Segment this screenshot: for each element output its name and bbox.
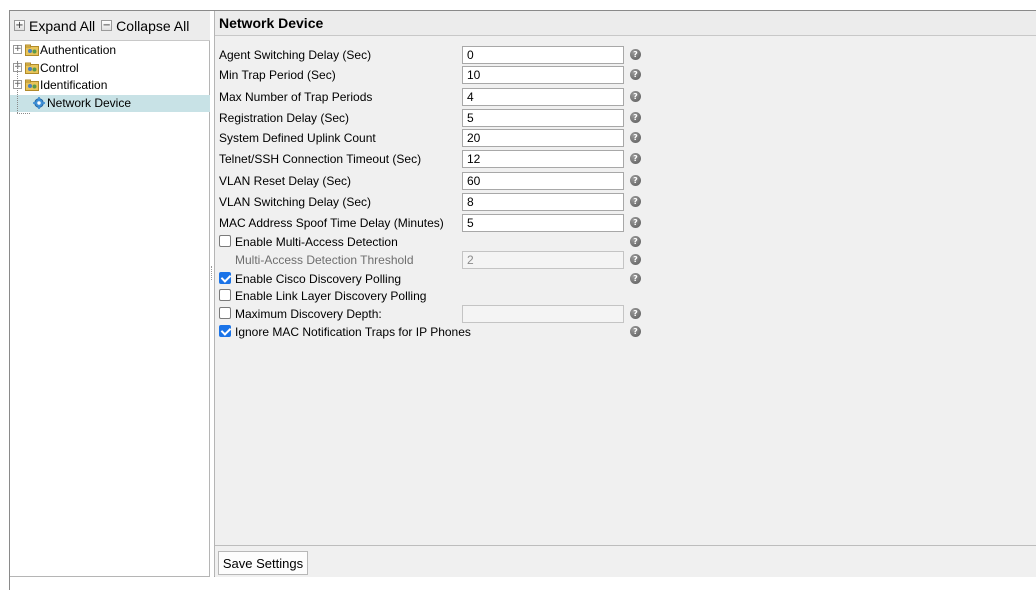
form-row-link-layer-discovery: Enable Link Layer Discovery Polling [219,287,649,305]
field-label: VLAN Switching Delay (Sec) [219,195,372,209]
splitter-grip[interactable] [211,266,213,280]
field-label: MAC Address Spoof Time Delay (Minutes) [219,216,444,230]
help-icon[interactable]: ? [630,175,641,186]
tree-item-label: Network Device [47,95,132,110]
field-label: Agent Switching Delay (Sec) [219,48,372,62]
field-label: System Defined Uplink Count [219,131,376,145]
help-icon[interactable]: ? [630,196,641,207]
help-icon[interactable]: ? [630,254,641,265]
form-row-ignore-mac-traps: Ignore MAC Notification Traps for IP Pho… [219,323,649,341]
form-row-multi-access-detection: Enable Multi-Access Detection ? [219,233,649,251]
min-trap-period-input[interactable] [462,66,624,84]
form-row-telnet-timeout: Telnet/SSH Connection Timeout (Sec) ? [219,150,649,168]
help-icon[interactable]: ? [630,91,641,102]
field-label: Telnet/SSH Connection Timeout (Sec) [219,152,422,166]
folder-group-icon [25,79,39,91]
link-layer-discovery-checkbox[interactable] [219,289,231,301]
panel-title: Network Device [215,11,1036,36]
vlan-reset-delay-input[interactable] [462,172,624,190]
max-trap-periods-input[interactable] [462,88,624,106]
collapse-all-button[interactable]: − Collapse All [101,18,189,34]
tree-item-control[interactable]: + Control [10,60,210,78]
panel-footer: Save Settings [215,545,1036,577]
checkbox-label: Enable Link Layer Discovery Polling [235,289,427,303]
tree-panel: + Expand All − Collapse All + Authentica… [10,11,210,577]
form-row-mac-spoof-delay: MAC Address Spoof Time Delay (Minutes) ? [219,214,649,232]
minus-icon: − [101,20,113,31]
help-icon[interactable]: ? [630,69,641,80]
save-settings-button[interactable]: Save Settings [218,551,308,575]
tree-toolbar: + Expand All − Collapse All [10,11,210,41]
uplink-count-input[interactable] [462,129,624,147]
checkbox-label: Enable Multi-Access Detection [235,235,398,249]
form-row-vlan-switching-delay: VLAN Switching Delay (Sec) ? [219,193,649,211]
checkbox-label: Maximum Discovery Depth: [235,307,382,321]
field-label: Max Number of Trap Periods [219,90,373,104]
help-icon[interactable]: ? [630,236,641,247]
field-label: Registration Delay (Sec) [219,111,350,125]
folder-group-icon [25,62,39,74]
help-icon[interactable]: ? [630,112,641,123]
help-icon[interactable]: ? [630,308,641,319]
ignore-mac-traps-checkbox[interactable] [219,325,231,337]
expand-all-label: Expand All [29,17,96,34]
gear-icon [33,96,45,109]
help-icon[interactable]: ? [630,153,641,164]
form-row-registration-delay: Registration Delay (Sec) ? [219,109,649,127]
plus-icon: + [14,20,25,31]
settings-tree: + Authentication + Control + Identificat… [10,42,210,112]
form-row-min-trap-period: Min Trap Period (Sec) ? [219,66,649,84]
tree-item-label: Identification [40,78,108,92]
cisco-discovery-checkbox[interactable] [219,272,231,284]
tree-connector-line [17,113,30,114]
folder-group-icon [25,44,39,56]
field-label: Multi-Access Detection Threshold [235,253,414,267]
checkbox-label: Ignore MAC Notification Traps for IP Pho… [235,325,471,339]
tree-item-identification[interactable]: + Identification [10,77,210,95]
tree-connector-line [17,61,18,113]
help-icon[interactable]: ? [630,49,641,60]
field-label: VLAN Reset Delay (Sec) [219,174,352,188]
help-icon[interactable]: ? [630,326,641,337]
vlan-switching-delay-input[interactable] [462,193,624,211]
form-row-uplink-count: System Defined Uplink Count ? [219,129,649,147]
tree-item-authentication[interactable]: + Authentication [10,42,210,60]
multi-access-detection-checkbox[interactable] [219,235,231,247]
help-icon[interactable]: ? [630,273,641,284]
tree-item-network-device[interactable]: Network Device [10,94,210,112]
mac-spoof-delay-input[interactable] [462,214,624,232]
help-icon[interactable]: ? [630,132,641,143]
tree-item-label: Control [40,60,79,75]
max-discovery-depth-input [462,305,624,323]
form-row-multi-access-threshold: Multi-Access Detection Threshold ? [219,251,649,269]
form-row-agent-switching-delay: Agent Switching Delay (Sec) ? [219,46,649,64]
expand-all-button[interactable]: + Expand All [14,18,95,34]
telnet-timeout-input[interactable] [462,150,624,168]
expand-toggle-icon[interactable]: + [13,45,22,54]
tree-item-label: Authentication [40,43,117,57]
multi-access-threshold-input [462,251,624,269]
collapse-all-label: Collapse All [116,17,190,34]
form-row-max-discovery-depth: Maximum Discovery Depth: ? [219,305,649,323]
agent-switching-delay-input[interactable] [462,46,624,64]
settings-panel: Network Device Agent Switching Delay (Se… [214,11,1036,577]
form-row-vlan-reset-delay: VLAN Reset Delay (Sec) ? [219,172,649,190]
checkbox-label: Enable Cisco Discovery Polling [235,272,402,286]
help-icon[interactable]: ? [630,217,641,228]
form-row-max-trap-periods: Max Number of Trap Periods ? [219,88,649,106]
max-discovery-depth-checkbox[interactable] [219,307,231,319]
form-row-cisco-discovery: Enable Cisco Discovery Polling ? [219,270,649,288]
registration-delay-input[interactable] [462,109,624,127]
field-label: Min Trap Period (Sec) [219,68,336,82]
